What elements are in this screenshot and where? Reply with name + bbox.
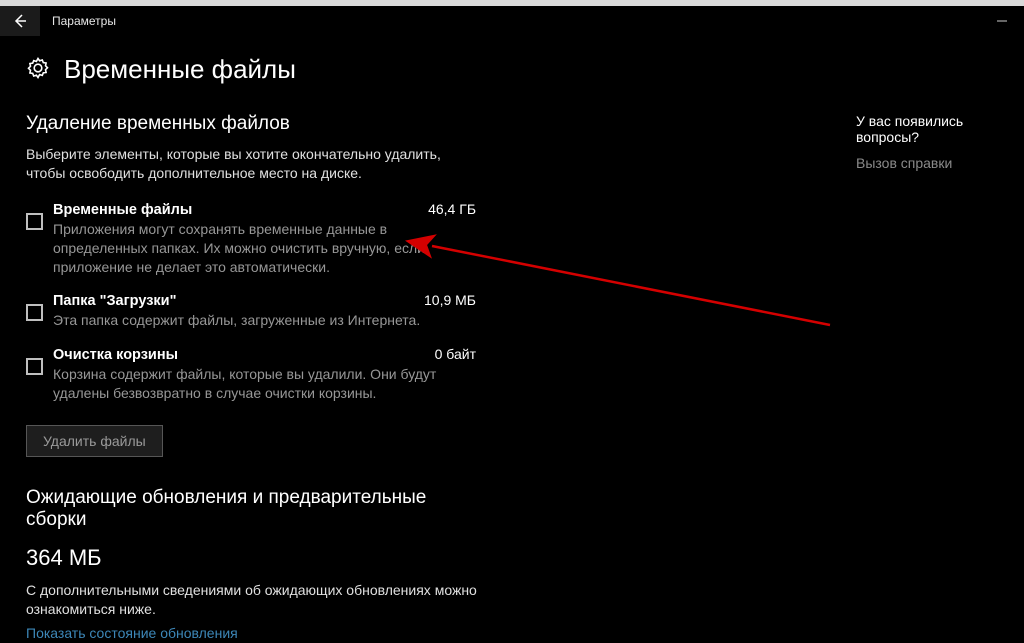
delete-section-title: Удаление временных файлов (26, 113, 626, 135)
delete-files-button[interactable]: Удалить файлы (26, 425, 163, 457)
page-header: Временные файлы (26, 54, 998, 85)
item-desc: Корзина содержит файлы, которые вы удали… (53, 365, 476, 403)
help-link[interactable]: Вызов справки (856, 155, 998, 171)
page-title: Временные файлы (64, 54, 296, 85)
temp-files-item: Временные файлы 46,4 ГБ Приложения могут… (26, 201, 476, 277)
item-size: 0 байт (435, 346, 476, 362)
item-title: Папка "Загрузки" (53, 293, 176, 309)
content-area: Временные файлы Удаление временных файло… (0, 36, 1024, 643)
item-size: 46,4 ГБ (428, 201, 476, 217)
item-title: Очистка корзины (53, 347, 178, 363)
downloads-checkbox[interactable] (26, 304, 43, 321)
side-column: У вас появились вопросы? Вызов справки (626, 109, 998, 641)
arrow-left-icon (12, 13, 28, 29)
temp-files-checkbox[interactable] (26, 213, 43, 230)
show-update-status-link[interactable]: Показать состояние обновления (26, 625, 626, 641)
back-button[interactable] (0, 6, 40, 36)
questions-heading: У вас появились вопросы? (856, 113, 998, 145)
main-column: Удаление временных файлов Выберите элеме… (26, 109, 626, 641)
item-desc: Эта папка содержит файлы, загруженные из… (53, 311, 476, 330)
delete-section-desc: Выберите элементы, которые вы хотите око… (26, 145, 456, 183)
pending-section-title: Ожидающие обновления и предварительные с… (26, 487, 446, 531)
minimize-icon (996, 15, 1008, 27)
recycle-bin-checkbox[interactable] (26, 358, 43, 375)
item-desc: Приложения могут сохранять временные дан… (53, 220, 476, 277)
window-controls (980, 6, 1024, 36)
recycle-bin-item: Очистка корзины 0 байт Корзина содержит … (26, 346, 476, 403)
pending-desc: С дополнительными сведениями об ожидающи… (26, 581, 506, 619)
item-title: Временные файлы (53, 202, 192, 218)
pending-size: 364 МБ (26, 545, 626, 571)
window-title: Параметры (52, 14, 116, 28)
minimize-button[interactable] (980, 6, 1024, 36)
item-size: 10,9 МБ (424, 292, 476, 308)
downloads-item: Папка "Загрузки" 10,9 МБ Эта папка содер… (26, 292, 476, 330)
gear-icon (26, 56, 50, 83)
titlebar: Параметры (0, 6, 1024, 36)
